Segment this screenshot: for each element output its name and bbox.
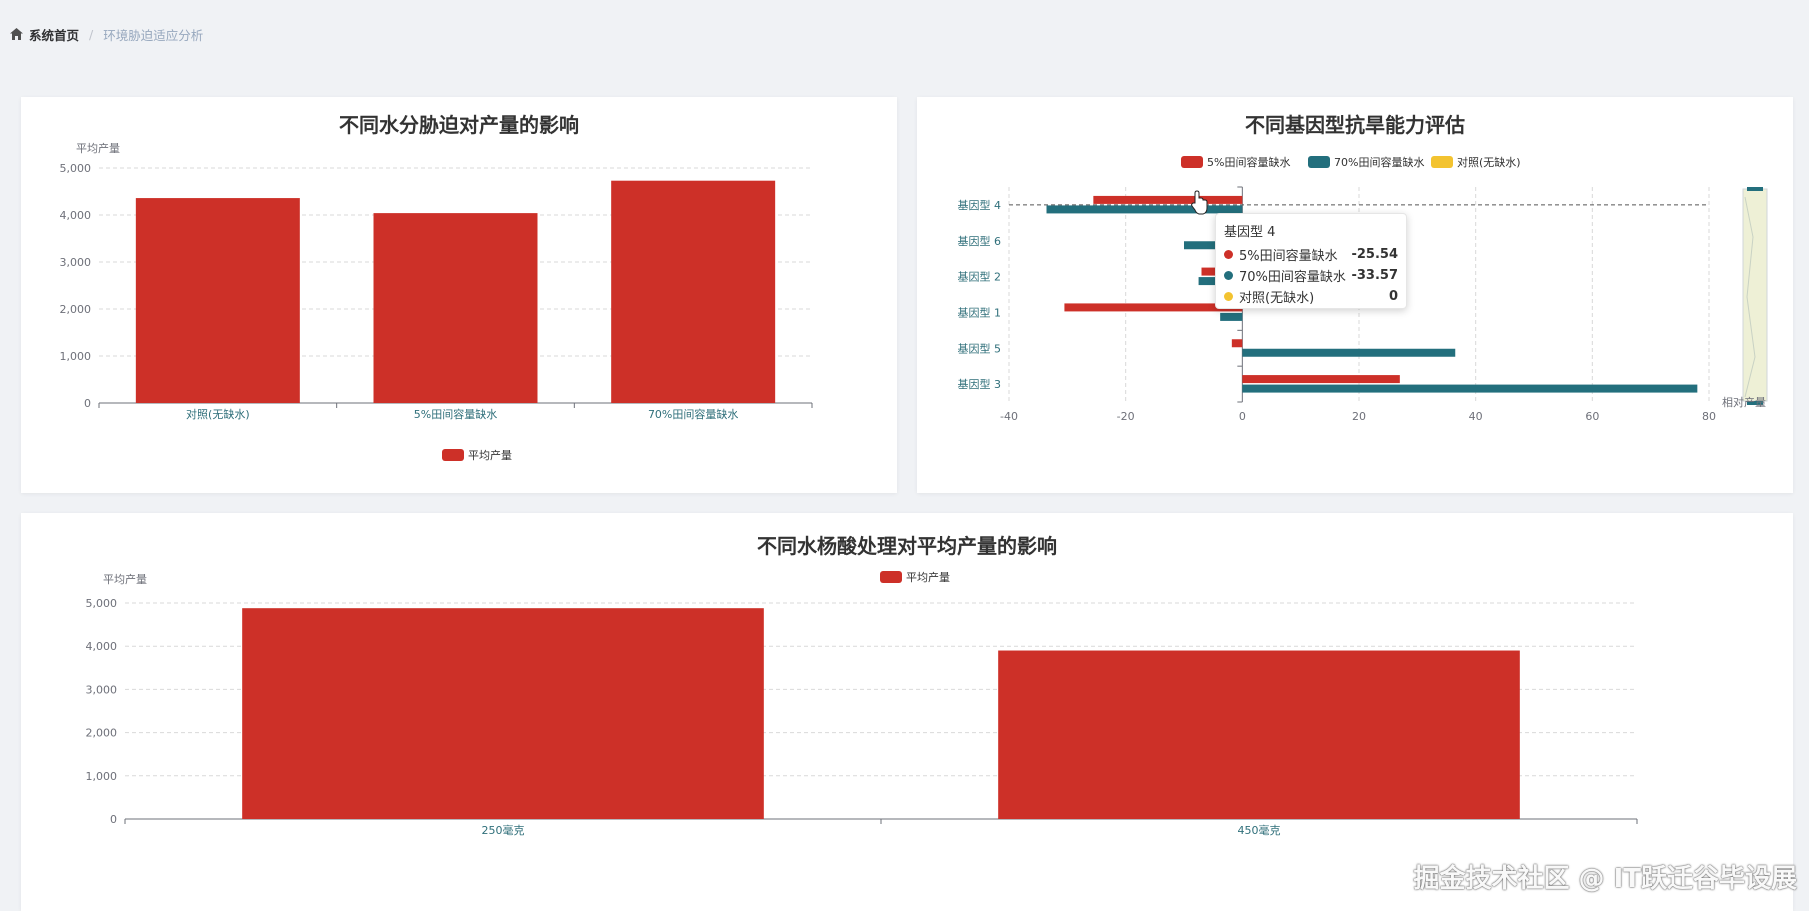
tooltip-marker: [1224, 250, 1233, 259]
bar[interactable]: [1231, 339, 1243, 348]
x-tick-label: -20: [1117, 410, 1135, 423]
y-tick-label: 5,000: [60, 162, 92, 175]
salicylic-acid-chart-card: 不同水杨酸处理对平均产量的影响平均产量 0 1,000 2,000 3,000 4,000…: [21, 513, 1793, 911]
breadcrumb-home-label: 系统首页: [29, 27, 80, 43]
x-tick-label: 20: [1352, 410, 1366, 423]
y-category-label: 基因型 6: [958, 234, 1002, 248]
legend-label: 平均产量: [906, 570, 950, 584]
bar[interactable]: [1046, 205, 1243, 214]
y-category-label: 基因型 1: [958, 305, 1002, 319]
y-tick-label: 4,000: [60, 209, 92, 222]
chart-title: 不同水杨酸处理对平均产量的影响: [757, 534, 1057, 558]
bar[interactable]: [1242, 348, 1456, 357]
x-tick-label: -40: [1000, 410, 1018, 423]
legend-swatch[interactable]: [1181, 156, 1203, 168]
tooltip-series-name: 5%田间容量缺水: [1239, 249, 1338, 264]
bar[interactable]: [611, 180, 776, 403]
chart-title: 不同水分胁迫对产量的影响: [339, 113, 579, 137]
x-tick-label: 80: [1702, 410, 1716, 423]
tooltip-row: 对照(无缺水) 0: [1224, 286, 1398, 307]
y-tick-label: 5,000: [86, 597, 118, 610]
y-axis-label: 平均产量: [103, 572, 147, 586]
bar[interactable]: [1242, 384, 1698, 393]
y-tick-label: 2,000: [86, 727, 118, 740]
y-tick-label: 3,000: [60, 256, 92, 269]
watermark: 掘金技术社区 @ IT跃迁谷毕设展: [1413, 864, 1797, 894]
breadcrumb-home[interactable]: 系统首页: [10, 25, 79, 44]
y-category-label: 基因型 5: [958, 341, 1002, 355]
bar[interactable]: [1220, 312, 1243, 321]
tooltip-series-name: 对照(无缺水): [1239, 291, 1315, 306]
y-tick-label: 2,000: [60, 303, 92, 316]
bar[interactable]: [998, 650, 1520, 819]
x-category-label: 450毫克: [1238, 823, 1281, 837]
legend-label: 5%田间容量缺水: [1207, 155, 1290, 169]
x-category-label: 5%田间容量缺水: [414, 407, 497, 421]
chart-tooltip: 基因型 4 5%田间容量缺水 -25.54 70%田间容量缺水 -33.57 对…: [1215, 213, 1407, 309]
legend-swatch[interactable]: [1431, 156, 1453, 168]
y-tick-label: 0: [110, 813, 117, 826]
bar[interactable]: [373, 213, 538, 403]
x-axis-label: 相对产量: [1722, 395, 1766, 409]
datazoom-handle-top[interactable]: [1747, 187, 1763, 191]
breadcrumb: 系统首页 / 环境胁迫适应分析: [10, 24, 203, 44]
breadcrumb-separator: /: [89, 26, 94, 42]
tooltip-marker: [1224, 292, 1233, 301]
y-tick-label: 1,000: [60, 350, 92, 363]
salicylic-acid-chart: 不同水杨酸处理对平均产量的影响平均产量 0 1,000 2,000 3,000 4,000…: [86, 534, 1638, 837]
x-category-label: 70%田间容量缺水: [648, 407, 738, 421]
bar[interactable]: [1093, 195, 1243, 204]
y-axis-label: 平均产量: [76, 141, 120, 155]
legend-swatch[interactable]: [442, 449, 464, 461]
breadcrumb-current: 环境胁迫适应分析: [103, 27, 204, 43]
y-tick-label: 1,000: [86, 770, 118, 783]
y-tick-label: 4,000: [86, 640, 118, 653]
x-tick-label: 40: [1469, 410, 1483, 423]
tooltip-marker: [1224, 271, 1233, 280]
y-tick-label: 0: [84, 397, 91, 410]
y-category-label: 基因型 3: [958, 377, 1002, 391]
y-category-label: 基因型 2: [958, 270, 1002, 284]
bar[interactable]: [242, 608, 764, 819]
water-stress-chart-card: 不同水分胁迫对产量的影响平均产量 0 1,000 2,000 3,000 4,000 5,0…: [21, 97, 897, 493]
legend-swatch[interactable]: [880, 571, 902, 583]
water-stress-chart: 不同水分胁迫对产量的影响平均产量 0 1,000 2,000 3,000 4,000 5,0…: [60, 113, 813, 462]
tooltip-row: 70%田间容量缺水 -33.57: [1224, 265, 1398, 286]
tooltip-series-value: -33.57: [1351, 268, 1398, 283]
home-icon: [10, 28, 23, 40]
tooltip-title: 基因型 4: [1224, 225, 1276, 240]
x-category-label: 对照(无缺水): [186, 407, 250, 421]
legend-label: 平均产量: [468, 448, 512, 462]
bar[interactable]: [135, 198, 300, 403]
legend-label: 对照(无缺水): [1457, 155, 1521, 169]
x-category-label: 250毫克: [482, 823, 525, 837]
y-tick-label: 3,000: [86, 683, 118, 696]
x-tick-label: 60: [1585, 410, 1599, 423]
tooltip-series-value: -25.54: [1351, 247, 1398, 262]
y-category-label: 基因型 4: [958, 198, 1002, 212]
tooltip-row: 5%田间容量缺水 -25.54: [1224, 244, 1398, 265]
tooltip-series-name: 70%田间容量缺水: [1239, 270, 1346, 285]
datazoom-track[interactable]: [1742, 188, 1768, 402]
legend-swatch[interactable]: [1308, 156, 1330, 168]
x-tick-label: 0: [1239, 410, 1246, 423]
chart-title: 不同基因型抗旱能力评估: [1245, 113, 1465, 137]
tooltip-series-value: 0: [1388, 289, 1398, 304]
legend-label: 70%田间容量缺水: [1334, 155, 1424, 169]
bar[interactable]: [1242, 375, 1400, 384]
